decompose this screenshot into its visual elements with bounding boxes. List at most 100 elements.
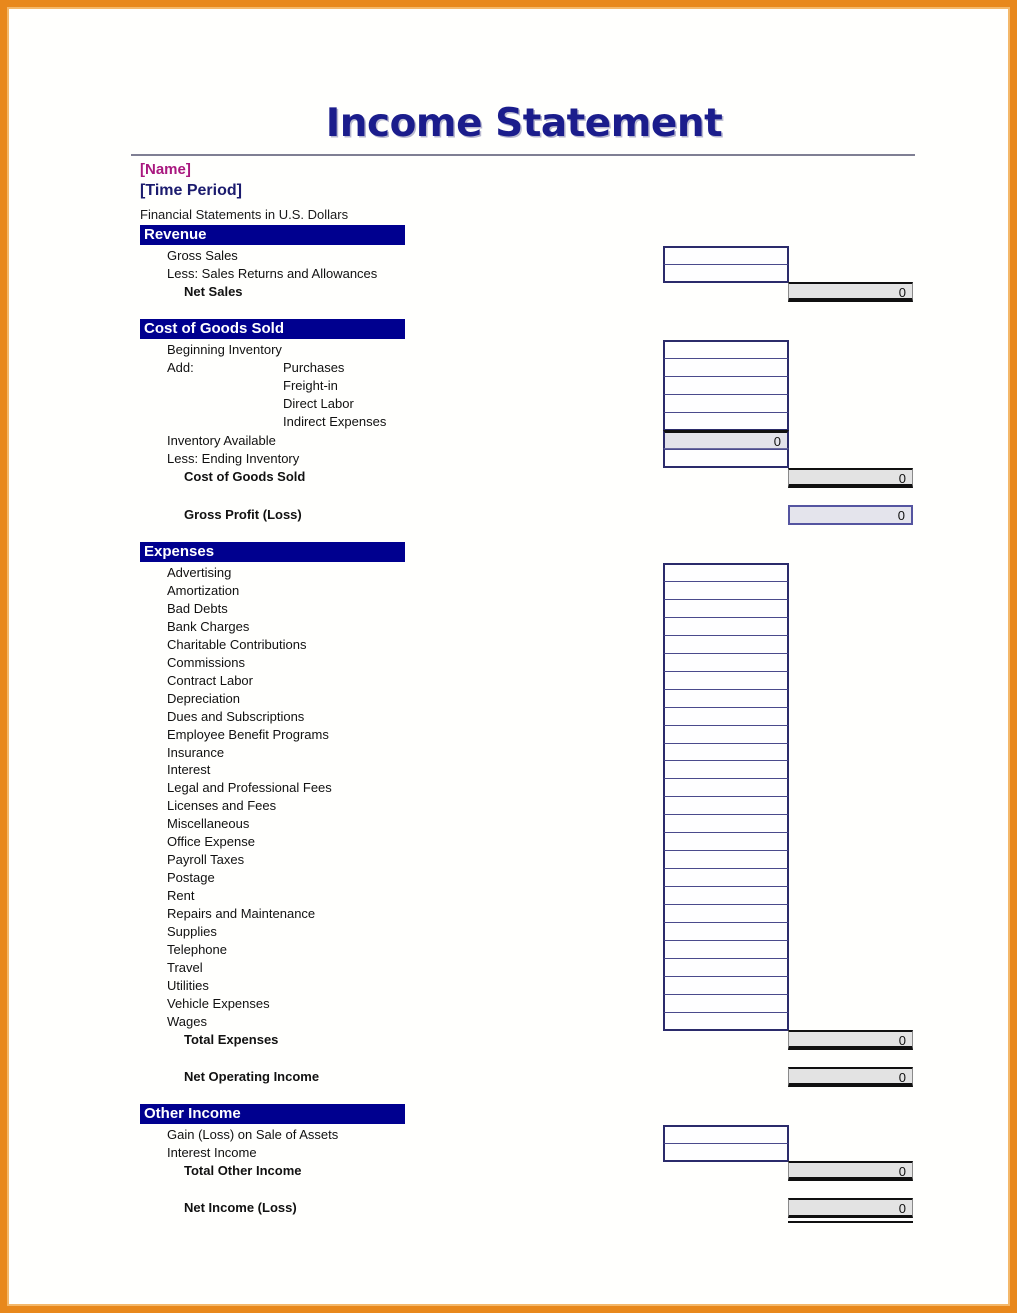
input-expense-4[interactable]: [663, 634, 789, 654]
row-label-expense-14: Miscellaneous: [167, 816, 250, 832]
row-label-expense-18: Rent: [167, 888, 195, 904]
section-header-expenses: Expenses: [140, 542, 405, 562]
row-label-expense-22: Travel: [167, 959, 203, 975]
income-statement-sheet: Income Statement [Name] [Time Period] Fi…: [18, 18, 1003, 1299]
row-label-beginning-inventory: Beginning Inventory: [167, 342, 282, 357]
input-expense-13[interactable]: [663, 796, 789, 816]
input-purchases[interactable]: [663, 358, 789, 377]
row-label-expense-19: Repairs and Maintenance: [167, 906, 316, 922]
input-ending-inventory[interactable]: [663, 449, 789, 468]
currency-note: Financial Statements in U.S. Dollars: [140, 207, 349, 222]
row-label-expense-25: Wages: [167, 1013, 207, 1029]
row-label-expense-0: Advertising: [167, 565, 232, 580]
section-header-other-income: Other Income: [140, 1104, 405, 1124]
row-label-interest-income: Interest Income: [167, 1145, 257, 1160]
input-expense-8[interactable]: [663, 706, 789, 726]
input-expense-24[interactable]: [663, 993, 789, 1013]
row-label-expense-2: Bad Debts: [167, 600, 228, 616]
input-direct-labor[interactable]: [663, 394, 789, 413]
input-expense-20[interactable]: [663, 922, 789, 942]
page-title: Income Statement: [325, 101, 723, 146]
row-label-gross-sales: Gross Sales: [167, 248, 238, 263]
input-expense-23[interactable]: [663, 975, 789, 995]
row-label-expense-6: Contract Labor: [167, 672, 253, 688]
input-interest-income[interactable]: [663, 1143, 789, 1162]
input-expense-2[interactable]: [663, 598, 789, 619]
input-expense-7[interactable]: [663, 688, 789, 708]
company-name-placeholder[interactable]: [Name]: [140, 161, 191, 179]
total-gross-profit: 0: [788, 505, 913, 525]
row-label-expense-12: Legal and Professional Fees: [167, 780, 332, 796]
row-label-expense-5: Commissions: [167, 654, 246, 670]
input-expense-6[interactable]: [663, 670, 789, 690]
title-divider: [131, 154, 915, 156]
row-label-add: Add:: [167, 360, 194, 375]
row-label-expense-9: Employee Benefit Programs: [167, 726, 329, 742]
input-gross-sales[interactable]: [663, 246, 789, 265]
row-label-expense-11: Interest: [167, 762, 211, 778]
input-expense-21[interactable]: [663, 939, 789, 960]
input-expense-1[interactable]: [663, 580, 789, 601]
section-header-revenue: Revenue: [140, 225, 405, 245]
total-other-income: 0: [788, 1161, 913, 1181]
input-sales-returns[interactable]: [663, 264, 789, 283]
total-net-operating-income: 0: [788, 1067, 913, 1087]
input-expense-25[interactable]: [663, 1011, 789, 1031]
row-label-expense-23: Utilities: [167, 977, 209, 993]
row-label-expense-20: Supplies: [167, 924, 217, 939]
input-freight-in[interactable]: [663, 376, 789, 395]
row-label-freight-in: Freight-in: [283, 378, 338, 393]
input-expense-5[interactable]: [663, 652, 789, 672]
total-expenses: 0: [788, 1030, 913, 1050]
input-expense-22[interactable]: [663, 957, 789, 978]
row-label-expense-17: Postage: [167, 870, 215, 886]
row-label-purchases: Purchases: [283, 360, 345, 375]
row-label-expense-8: Dues and Subscriptions: [167, 708, 305, 724]
row-label-expense-4: Charitable Contributions: [167, 636, 307, 652]
row-label-sales-returns: Less: Sales Returns and Allowances: [167, 266, 378, 281]
row-label-direct-labor: Direct Labor: [283, 396, 354, 411]
input-expense-14[interactable]: [663, 814, 789, 834]
input-expense-15[interactable]: [663, 832, 789, 852]
row-label-expense-15: Office Expense: [167, 834, 255, 850]
row-label-total-other-income: Total Other Income: [184, 1163, 302, 1178]
row-label-net-income: Net Income (Loss): [184, 1200, 297, 1215]
input-expense-0[interactable]: [663, 563, 789, 583]
row-label-expense-24: Vehicle Expenses: [167, 995, 270, 1011]
input-gain-loss-sale-of-assets[interactable]: [663, 1125, 789, 1144]
input-expense-19[interactable]: [663, 904, 789, 924]
total-net-income: 0: [788, 1198, 913, 1218]
row-label-net-operating-income: Net Operating Income: [184, 1069, 320, 1084]
total-cost-of-goods-sold: 0: [788, 468, 913, 488]
input-expense-17[interactable]: [663, 868, 789, 888]
time-period-placeholder[interactable]: [Time Period]: [140, 181, 242, 200]
row-label-total-expenses: Total Expenses: [184, 1032, 279, 1047]
page-inner-border: Income Statement [Name] [Time Period] Fi…: [7, 7, 1010, 1306]
input-expense-18[interactable]: [663, 886, 789, 906]
page-frame: Income Statement [Name] [Time Period] Fi…: [0, 0, 1017, 1313]
input-expense-12[interactable]: [663, 778, 789, 798]
row-label-gain-loss-sale-of-assets: Gain (Loss) on Sale of Assets: [167, 1127, 339, 1142]
row-label-gross-profit: Gross Profit (Loss): [184, 507, 302, 522]
row-label-net-sales: Net Sales: [184, 284, 243, 299]
input-expense-16[interactable]: [663, 850, 789, 870]
row-label-inventory-available: Inventory Available: [167, 433, 276, 448]
input-expense-10[interactable]: [663, 742, 789, 762]
input-expense-9[interactable]: [663, 724, 789, 744]
input-beginning-inventory[interactable]: [663, 340, 789, 359]
row-label-expense-1: Amortization: [167, 582, 240, 598]
row-label-ending-inventory: Less: Ending Inventory: [167, 451, 300, 466]
subtotal-inventory-available: 0: [663, 430, 789, 449]
input-expense-3[interactable]: [663, 616, 789, 636]
input-expense-11[interactable]: [663, 760, 789, 780]
row-label-expense-3: Bank Charges: [167, 618, 250, 634]
row-label-indirect-expenses: Indirect Expenses: [283, 414, 387, 429]
input-indirect-expenses[interactable]: [663, 412, 789, 431]
row-label-expense-21: Telephone: [167, 941, 227, 957]
row-label-expense-13: Licenses and Fees: [167, 798, 277, 814]
total-net-sales: 0: [788, 282, 913, 302]
row-label-expense-7: Depreciation: [167, 690, 240, 706]
section-header-cost-of-goods-sold: Cost of Goods Sold: [140, 319, 405, 339]
row-label-cost-of-goods-sold-total: Cost of Goods Sold: [184, 469, 306, 484]
row-label-expense-10: Insurance: [167, 744, 225, 760]
